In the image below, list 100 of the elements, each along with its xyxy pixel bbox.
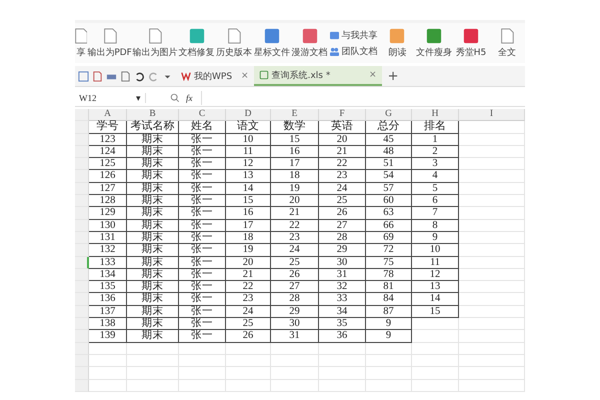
empty-cell[interactable] [459,134,525,146]
empty-cell[interactable] [271,342,319,355]
empty-cell[interactable] [226,342,271,355]
save-icon[interactable] [78,70,89,82]
empty-cell[interactable] [459,207,525,220]
empty-cell[interactable] [366,354,412,368]
ribbon-button[interactable]: 文档修复 [178,23,216,63]
empty-cell[interactable] [459,318,525,330]
empty-cell[interactable] [412,318,459,330]
empty-cell[interactable] [127,380,179,392]
empty-cell[interactable] [459,244,525,257]
empty-cell[interactable] [271,354,319,368]
empty-cell[interactable] [179,354,226,368]
empty-cell[interactable] [412,354,459,368]
empty-cell[interactable] [459,146,525,158]
empty-cell[interactable] [459,268,525,282]
table-cell: 28 [271,293,319,306]
empty-cell[interactable] [127,342,179,355]
new-tab-button[interactable]: + [388,68,398,84]
document-tab[interactable]: 查询系统.xls * × [254,66,382,86]
empty-cell[interactable] [179,367,226,380]
table-cell: 12 [412,268,459,282]
empty-cell[interactable] [412,380,459,392]
table-cell: 22 [271,220,319,232]
empty-cell[interactable] [271,367,319,380]
empty-cell[interactable] [459,354,525,368]
ribbon-button[interactable]: 历史版本 [215,23,254,63]
empty-cell[interactable] [319,380,366,392]
empty-cell[interactable] [271,380,319,392]
ribbon-button[interactable]: 星标文件 [253,23,291,63]
empty-cell[interactable] [459,121,525,134]
empty-cell[interactable] [459,170,525,183]
fx-label[interactable]: fx [186,93,192,103]
empty-cell[interactable] [459,232,525,244]
table-cell: 1 [412,134,459,146]
column-header[interactable]: C [179,109,226,122]
empty-cell[interactable] [459,182,525,196]
ribbon-button[interactable]: 团队文档 [328,44,380,58]
empty-cell[interactable] [319,367,366,380]
ribbon-button[interactable]: 秀堂H5 [453,23,490,63]
ribbon-button[interactable]: 与我共享 [328,28,380,42]
table-cell: 张一 [179,158,226,170]
empty-cell[interactable] [412,367,459,380]
column-header[interactable]: H [412,109,459,122]
dropdown-icon[interactable]: ▾ [136,93,141,103]
table-cell: 9 [366,318,412,330]
empty-cell[interactable] [319,354,366,368]
empty-cell[interactable] [226,380,271,392]
empty-cell[interactable] [412,330,459,343]
empty-cell[interactable] [459,220,525,232]
empty-cell[interactable] [459,330,525,343]
document-tab[interactable]: 我的WPS × [176,67,254,85]
table-cell: 63 [366,207,412,220]
empty-cell[interactable] [179,342,226,355]
empty-cell[interactable] [179,380,226,392]
ribbon-button[interactable]: 输出为图片 [132,23,178,63]
name-box[interactable]: W12 ▾ [75,93,146,103]
table-cell: 127 [89,182,127,196]
column-header[interactable]: I [459,109,525,122]
empty-cell[interactable] [412,342,459,355]
column-header[interactable]: D [226,109,271,122]
empty-cell[interactable] [459,306,525,318]
zoom-icon[interactable] [170,93,180,103]
empty-cell[interactable] [366,367,412,380]
empty-cell[interactable] [459,158,525,170]
empty-cell[interactable] [127,367,179,380]
ribbon-button[interactable]: 朗读 [379,23,416,63]
empty-cell[interactable] [459,195,525,208]
empty-cell[interactable] [319,342,366,355]
ribbon-button[interactable]: 输出为PDF [87,23,132,63]
ribbon-button[interactable]: 漫游文档 [290,23,328,63]
table-cell: 期末 [127,182,179,196]
empty-cell[interactable] [226,367,271,380]
ribbon-button[interactable]: 文件瘦身 [415,23,454,63]
empty-cell[interactable] [366,380,412,392]
empty-cell[interactable] [459,281,525,294]
table-cell: 138 [89,318,127,330]
empty-cell[interactable] [459,380,525,392]
close-icon[interactable]: × [241,71,249,81]
empty-cell[interactable] [127,354,179,368]
table-cell: 129 [89,207,127,220]
column-header[interactable]: F [319,109,366,122]
ribbon-button[interactable]: 全文 [489,23,525,63]
empty-cell[interactable] [459,256,525,269]
empty-cell[interactable] [459,342,525,355]
close-icon[interactable]: × [369,70,377,80]
preview-icon[interactable] [120,70,131,82]
ribbon-button[interactable]: 享 [75,23,87,63]
select-all-corner[interactable] [75,109,89,122]
empty-cell[interactable] [366,342,412,355]
column-header[interactable]: B [127,109,179,122]
column-header[interactable]: E [271,109,319,122]
empty-cell[interactable] [459,367,525,380]
empty-cell[interactable] [459,293,525,306]
undo-icon[interactable] [134,70,145,82]
column-header[interactable]: G [366,109,412,122]
row-header[interactable] [75,256,89,269]
empty-cell[interactable] [226,354,271,368]
document-icon[interactable] [92,70,103,82]
column-header[interactable]: A [89,109,127,122]
